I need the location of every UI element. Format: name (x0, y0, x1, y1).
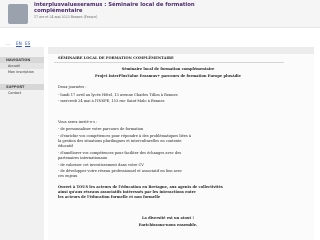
audience-line: ainsi qu'aux réseaux associatifs intéres… (58, 190, 196, 194)
goal-item: ces enjeux (58, 174, 78, 178)
goal-item: - de personnaliser votre parcours de for… (58, 127, 144, 131)
content-header-bar (48, 47, 314, 54)
language-link-en[interactable]: EN (16, 41, 22, 46)
site-subtitle: 17 avr et 24 mai 2023 Rennes (France) (34, 15, 98, 19)
goal-item: - d'améliorer vos compétences pour facil… (58, 151, 182, 155)
language-link-es[interactable]: ES (25, 41, 30, 46)
audience-line: Ouvert à TOUS les acteurs de l'éducation… (58, 185, 223, 189)
site-title[interactable]: interplusvalueseramus : Séminaire local … (34, 2, 234, 15)
dates-intro: Deux journées : (58, 85, 87, 89)
language-bar: ... EN ES (0, 27, 320, 47)
main-content: SÉMINAIRE LOCAL DE FORMATION COMPLÉMENTA… (48, 47, 314, 240)
sidebar-item-contact[interactable]: Contact (0, 90, 44, 96)
language-ellipsis: ... (6, 41, 10, 46)
closing-line: Enrichissons-nous ensemble. (138, 223, 198, 227)
goal-item: - de valoriser cet investissement dans v… (58, 163, 144, 167)
date-item: - lundi 17 avril au lycée Hôtel, 13 aven… (58, 93, 178, 97)
project-title: Projet InterPlusValue Erasmus+ parcours … (95, 74, 241, 78)
goal-item: la gestion des situations plurilingues e… (58, 139, 182, 143)
divider (54, 62, 284, 63)
seminar-subheading: Séminaire local de formation complémenta… (121, 67, 215, 71)
goals-intro: Vous serez invité·e·s : (58, 120, 98, 124)
audience-line: les acteurs de l'éducation formelle et n… (58, 195, 161, 199)
goal-item: - d'enrichir vos compétences pour répond… (58, 134, 192, 138)
goal-item: partenaires internationaux (58, 156, 107, 160)
closing-line: La diversité est un atout ! (141, 216, 195, 220)
sidebar: NAVIGATION Accueil Mon inscription SUPPO… (0, 47, 44, 240)
goal-item: éducatif (58, 144, 73, 148)
site-header: interplusvalueseramus : Séminaire local … (0, 0, 320, 28)
page-heading: SÉMINAIRE LOCAL DE FORMATION COMPLÉMENTA… (58, 56, 174, 60)
goal-item: - de développer votre réseau professionn… (58, 169, 182, 173)
date-item: - mercredi 24 mai à l'INSPE, 153 rue Sai… (58, 99, 165, 103)
site-logo (8, 4, 28, 24)
